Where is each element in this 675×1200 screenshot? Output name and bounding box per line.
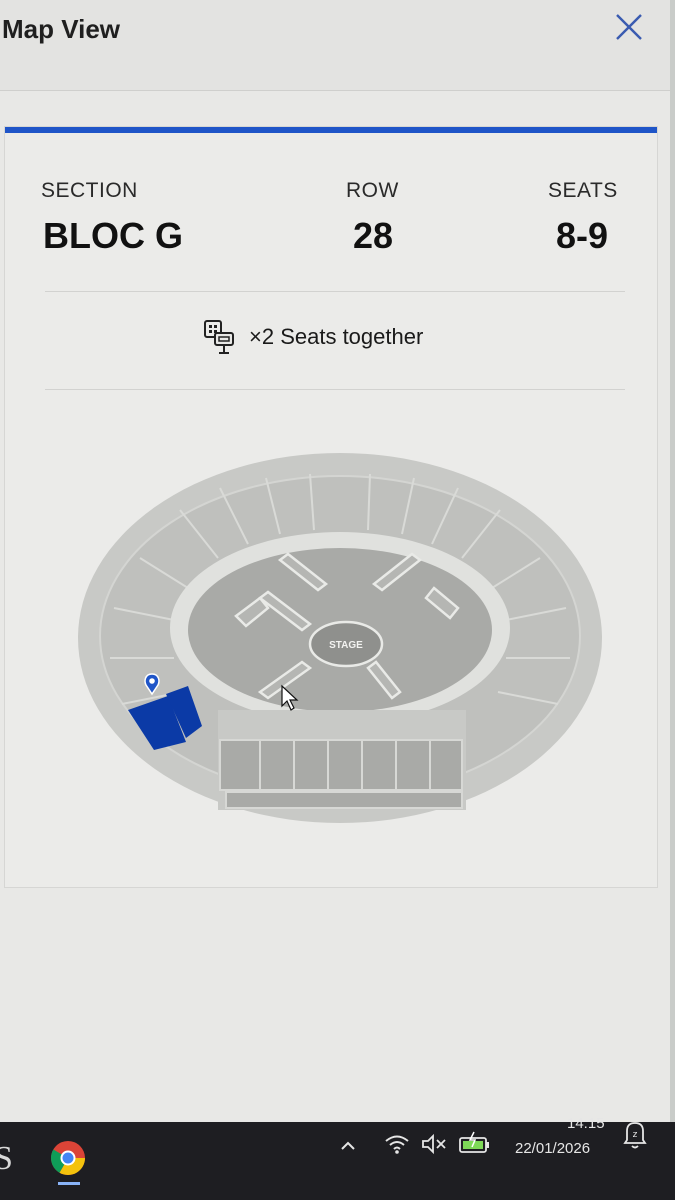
stage-label: STAGE — [329, 640, 363, 651]
lower-block — [219, 739, 463, 809]
section-value: BLOC G — [43, 215, 183, 256]
title-bar: Map View — [0, 0, 670, 91]
seats-together-text: ×2 Seats together — [249, 324, 424, 349]
row-label: ROW — [346, 179, 399, 202]
app-window: Map View SECTION BLOC G ROW 28 SEATS 8-9 — [0, 0, 670, 1122]
row-value: 28 — [353, 215, 394, 256]
battery-icon[interactable] — [458, 1130, 492, 1156]
taskbar-letter-fragment: S — [0, 1140, 13, 1177]
clock-time[interactable]: 14:15 — [567, 1115, 605, 1132]
taskbar — [0, 1122, 675, 1200]
wifi-icon[interactable] — [384, 1132, 410, 1156]
seats-together-icon — [204, 320, 234, 354]
chrome-icon[interactable] — [48, 1138, 88, 1178]
active-app-indicator — [58, 1182, 80, 1185]
section-label: SECTION — [41, 179, 138, 202]
chevron-up-icon[interactable] — [338, 1136, 358, 1156]
notification-icon[interactable]: z — [622, 1118, 648, 1150]
close-button[interactable] — [612, 10, 646, 44]
seats-label: SEATS — [548, 179, 618, 202]
accent-bar — [5, 127, 657, 133]
venue-map: STAGE — [78, 453, 602, 823]
close-icon — [616, 14, 642, 40]
seats-value: 8-9 — [556, 215, 609, 256]
divider — [45, 291, 625, 292]
page-title: Map View — [2, 14, 121, 44]
clock-date[interactable]: 22/01/2026 — [515, 1140, 590, 1157]
seats-together-info: ×2 Seats together — [201, 317, 423, 357]
divider — [45, 389, 625, 390]
speaker-muted-icon[interactable] — [420, 1132, 448, 1156]
svg-text:z: z — [633, 1130, 638, 1140]
